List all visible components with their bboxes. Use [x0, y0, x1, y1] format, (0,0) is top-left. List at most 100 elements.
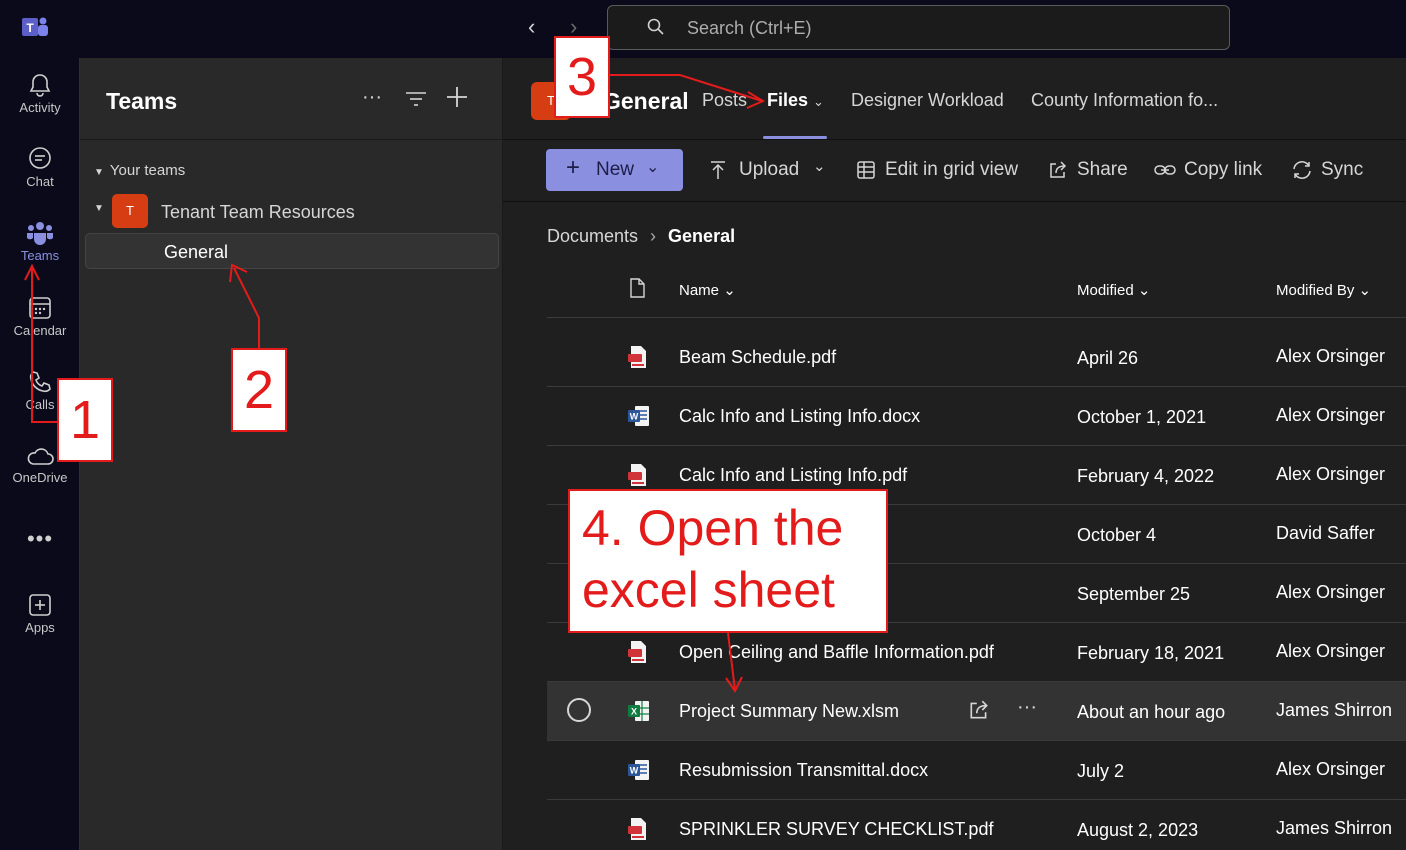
- word-file-icon: W: [627, 758, 651, 787]
- file-type-icon: [630, 278, 645, 298]
- forward-button[interactable]: ›: [570, 16, 577, 38]
- teams-panel: Teams ··· ▼ Your teams ▼ T Tenant Team Re…: [80, 58, 503, 850]
- search-icon: [647, 18, 664, 35]
- rail-item-chat[interactable]: Chat: [0, 146, 80, 189]
- row-select-radio[interactable]: [567, 698, 591, 722]
- upload-icon: [711, 161, 725, 179]
- rail-item-more[interactable]: •••: [0, 526, 80, 552]
- calendar-icon: [29, 297, 51, 319]
- your-teams-toggle[interactable]: ▼ Your teams: [94, 162, 185, 179]
- column-name[interactable]: Name ⌄: [679, 281, 736, 299]
- back-button[interactable]: ‹: [528, 16, 535, 38]
- file-modified: October 4: [1077, 525, 1157, 545]
- file-modified: February 4, 2022: [1077, 466, 1215, 486]
- file-name[interactable]: Beam Schedule.pdf: [679, 347, 836, 368]
- breadcrumb: Documents › General: [547, 226, 735, 247]
- phone-icon: [29, 371, 51, 393]
- svg-text:W: W: [630, 766, 639, 776]
- file-name[interactable]: Project Summary New.xlsm: [679, 701, 899, 722]
- file-modified: April 26: [1077, 348, 1139, 368]
- file-modified: About an hour ago: [1077, 702, 1226, 722]
- chevron-down-icon: ⌄: [1358, 282, 1372, 299]
- tab-designer-workload[interactable]: Designer Workload: [851, 90, 1004, 111]
- your-teams-label: Your teams: [109, 162, 186, 179]
- file-row[interactable]: Beam Schedule.pdf April 26 Alex Orsinger: [547, 328, 1406, 387]
- rail-item-calendar[interactable]: Calendar: [0, 295, 80, 338]
- caret-down-icon: ▼: [94, 167, 104, 178]
- rail-item-apps[interactable]: Apps: [0, 592, 80, 635]
- chevron-down-icon: ⌄: [813, 94, 824, 109]
- grid-icon: [857, 161, 875, 179]
- file-list-header: Name ⌄ Modified ⌄ Modified By ⌄: [547, 260, 1406, 318]
- pdf-file-icon: [627, 345, 649, 374]
- file-modified: July 2: [1077, 761, 1125, 781]
- column-modified-by[interactable]: Modified By ⌄: [1276, 281, 1371, 299]
- cloud-icon: [27, 448, 54, 465]
- channel-item-general[interactable]: General: [85, 233, 499, 269]
- annotation-step-4-line2: excel sheet: [582, 562, 835, 618]
- sync-label: Sync: [1321, 159, 1364, 180]
- search-placeholder: Search (Ctrl+E): [687, 18, 812, 38]
- file-name[interactable]: Open Ceiling and Baffle Information.pdf: [679, 642, 994, 663]
- file-row[interactable]: W Resubmission Transmittal.docx July 2 Alex…: [547, 741, 1406, 800]
- share-icon[interactable]: [968, 699, 990, 726]
- add-icon[interactable]: [446, 86, 468, 108]
- file-modified-by: Alex Orsinger: [1276, 464, 1386, 484]
- file-name[interactable]: Calc Info and Listing Info.docx: [679, 406, 920, 427]
- files-toolbar: + New ⌄ Upload ⌄ Edit in grid view Share…: [503, 140, 1406, 202]
- word-file-icon: W: [627, 404, 651, 433]
- svg-text:X: X: [631, 707, 637, 717]
- file-modified: September 25: [1077, 584, 1191, 604]
- more-options-icon[interactable]: ···: [1017, 696, 1037, 719]
- tab-county-information[interactable]: County Information fo...: [1031, 90, 1218, 111]
- file-modified-by: Alex Orsinger: [1276, 641, 1386, 661]
- file-name[interactable]: Resubmission Transmittal.docx: [679, 760, 928, 781]
- more-options-icon[interactable]: ···: [362, 86, 382, 109]
- chat-icon: [29, 147, 51, 169]
- link-icon: [1154, 165, 1176, 175]
- search-input[interactable]: Search (Ctrl+E): [607, 5, 1230, 50]
- file-row[interactable]: SPRINKLER SURVEY CHECKLIST.pdf August 2, …: [547, 800, 1406, 850]
- filter-icon[interactable]: [405, 90, 427, 108]
- title-bar: T ‹ › Search (Ctrl+E): [0, 0, 1406, 58]
- tab-files-label: Files: [767, 90, 809, 110]
- share-icon: [1050, 161, 1067, 178]
- file-modified-by: David Saffer: [1276, 523, 1375, 543]
- file-row[interactable]: W Calc Info and Listing Info.docx October …: [547, 387, 1406, 446]
- excel-file-icon: X: [627, 699, 651, 728]
- channel-name: General: [164, 242, 229, 262]
- copy-link-label: Copy link: [1184, 159, 1263, 180]
- annotation-step-4-line1: 4. Open the: [582, 500, 844, 556]
- annotation-step-4: 4. Open the excel sheet: [568, 489, 888, 633]
- column-modified-by-label: Modified By: [1276, 282, 1355, 299]
- apps-icon: [29, 594, 51, 616]
- breadcrumb-current: General: [668, 226, 736, 246]
- caret-down-icon: ▼: [94, 203, 104, 214]
- new-button[interactable]: + New ⌄: [546, 149, 683, 191]
- rail-label-teams: Teams: [20, 248, 60, 263]
- file-name[interactable]: SPRINKLER SURVEY CHECKLIST.pdf: [679, 819, 993, 840]
- rail-label-onedrive: OneDrive: [12, 470, 68, 485]
- file-modified-by: Alex Orsinger: [1276, 759, 1386, 779]
- column-modified[interactable]: Modified ⌄: [1077, 281, 1150, 299]
- column-name-label: Name: [679, 282, 720, 299]
- file-modified-by: James Shirron: [1276, 818, 1393, 838]
- team-item[interactable]: ▼ T Tenant Team Resources: [94, 194, 494, 228]
- more-icon: •••: [26, 526, 54, 551]
- rail-item-teams[interactable]: Teams: [0, 220, 80, 263]
- rail-label-calendar: Calendar: [13, 323, 67, 338]
- file-modified: October 1, 2021: [1077, 407, 1207, 427]
- tab-posts[interactable]: Posts: [702, 90, 747, 111]
- tab-files[interactable]: Files ⌄: [767, 90, 824, 111]
- file-modified: February 18, 2021: [1077, 643, 1225, 663]
- rail-item-activity[interactable]: Activity: [0, 72, 80, 115]
- active-tab-indicator: [763, 136, 827, 139]
- edit-grid-label: Edit in grid view: [885, 159, 1019, 180]
- breadcrumb-documents[interactable]: Documents: [547, 226, 638, 246]
- annotation-step-2: 2: [231, 348, 287, 432]
- file-modified-by: James Shirron: [1276, 700, 1393, 720]
- teams-logo-icon: T: [22, 17, 48, 36]
- file-name[interactable]: Calc Info and Listing Info.pdf: [679, 465, 907, 486]
- file-row[interactable]: X Project Summary New.xlsm ··· About an hou…: [547, 682, 1406, 741]
- teams-panel-title: Teams: [106, 88, 178, 114]
